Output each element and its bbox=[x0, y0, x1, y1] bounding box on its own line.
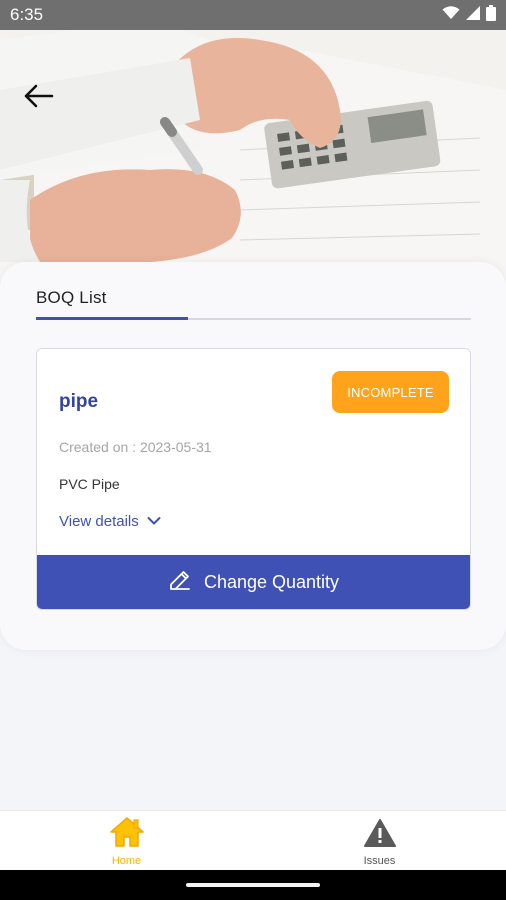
status-icons bbox=[442, 4, 496, 26]
header-hero-image bbox=[0, 30, 506, 280]
calculator-hands-illustration bbox=[0, 30, 506, 280]
item-description: PVC Pipe bbox=[59, 476, 120, 492]
pencil-icon bbox=[168, 568, 192, 597]
change-quantity-button[interactable]: Change Quantity bbox=[37, 555, 470, 609]
boq-panel: BOQ List pipe INCOMPLETE Created on : 20… bbox=[0, 262, 506, 650]
back-arrow-icon bbox=[24, 84, 54, 108]
tab-boq-list[interactable]: BOQ List bbox=[36, 284, 188, 320]
nav-issues[interactable]: Issues bbox=[253, 811, 506, 870]
view-details-link[interactable]: View details bbox=[59, 513, 161, 530]
view-details-label: View details bbox=[59, 513, 139, 530]
tab-label: BOQ List bbox=[36, 288, 107, 307]
tab-divider bbox=[188, 318, 471, 320]
boq-item-name: pipe bbox=[59, 391, 99, 412]
signal-icon bbox=[466, 5, 480, 25]
nav-home-label: Home bbox=[111, 855, 142, 867]
home-icon bbox=[109, 816, 145, 853]
home-gesture-handle[interactable] bbox=[186, 883, 320, 887]
system-nav-bar bbox=[0, 870, 506, 900]
boq-item-card: pipe INCOMPLETE Created on : 2023-05-31 … bbox=[36, 348, 471, 610]
back-button[interactable] bbox=[18, 78, 60, 114]
status-bar: 6:35 bbox=[0, 0, 506, 30]
status-badge[interactable]: INCOMPLETE bbox=[332, 371, 449, 413]
nav-home[interactable]: Home bbox=[0, 811, 253, 870]
tab-active-indicator bbox=[36, 317, 188, 320]
nav-issues-label: Issues bbox=[363, 855, 396, 867]
chevron-down-icon bbox=[147, 513, 161, 530]
battery-icon bbox=[486, 4, 496, 26]
wifi-icon bbox=[442, 5, 460, 25]
status-time: 6:35 bbox=[10, 5, 44, 24]
created-date: Created on : 2023-05-31 bbox=[59, 439, 212, 455]
bottom-nav: Home Issues bbox=[0, 810, 506, 870]
change-quantity-label: Change Quantity bbox=[203, 571, 340, 592]
tab-bar: BOQ List bbox=[36, 284, 471, 320]
warning-icon bbox=[363, 818, 396, 853]
